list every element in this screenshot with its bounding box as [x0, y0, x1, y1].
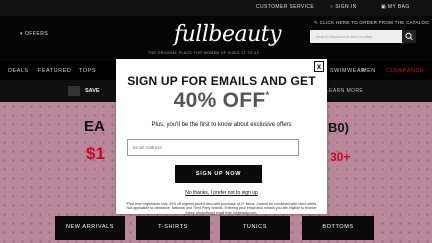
- utility-bar: CUSTOMER SERVICE ○ SIGN IN ▣ MY BAG: [0, 0, 432, 16]
- hero-headline-end: B0): [328, 120, 349, 135]
- category-bottoms[interactable]: BOTTOMS: [302, 216, 374, 240]
- nav-item-deals[interactable]: DEALS: [8, 68, 29, 74]
- modal-offer: 40% OFF*: [116, 89, 327, 113]
- hero-price-start: $1: [86, 144, 105, 163]
- nav-item-featured[interactable]: FEATURED: [38, 68, 71, 74]
- modal-offer-text: 40% OFF: [173, 89, 266, 112]
- search-input[interactable]: Search keyword or item number: [310, 30, 416, 43]
- hero-headline-start: EA: [84, 118, 105, 135]
- user-icon: ○: [330, 4, 334, 10]
- close-icon[interactable]: x: [314, 61, 324, 72]
- search-placeholder: Search keyword or item number: [316, 34, 373, 39]
- modal-title: SIGN UP FOR EMAILS AND GET: [127, 74, 316, 88]
- search-icon: [405, 32, 413, 41]
- offers-toggle[interactable]: ▾ OFFERS: [20, 31, 48, 37]
- tagline: THE ORIGINAL PLACE FOR WOMEN OF SIZES 12…: [148, 51, 259, 55]
- email-field[interactable]: [127, 139, 299, 156]
- nav-item-clearance[interactable]: CLEARANCE: [386, 68, 424, 74]
- nav-item-tops[interactable]: TOPS: [79, 68, 96, 74]
- category-new-arrivals[interactable]: NEW ARRIVALS: [55, 216, 125, 240]
- nav-item-swimwear[interactable]: SWIMWEAR: [330, 68, 365, 74]
- customer-service-link[interactable]: CUSTOMER SERVICE: [256, 4, 314, 10]
- site-logo[interactable]: fullbeauty: [174, 22, 282, 47]
- email-signup-modal: x SIGN UP FOR EMAILS AND GET 40% OFF* Pl…: [116, 59, 327, 215]
- catalog-icon: ✎: [314, 20, 319, 25]
- category-t-shirts[interactable]: T-SHIRTS: [136, 216, 210, 240]
- catalog-link[interactable]: ✎ CLICK HERE TO ORDER FROM THE CATALOG: [314, 20, 429, 26]
- email-input[interactable]: [128, 140, 298, 155]
- sign-in-link[interactable]: ○ SIGN IN: [330, 4, 357, 10]
- sign-in-label: SIGN IN: [335, 4, 357, 10]
- catalog-label: CLICK HERE TO ORDER FROM THE CATALOG: [319, 20, 430, 25]
- modal-offer-mark: *: [265, 90, 270, 100]
- promo-save-text: SAVE: [85, 88, 100, 94]
- my-bag-link[interactable]: ▣ MY BAG: [381, 4, 410, 10]
- offers-label: OFFERS: [24, 31, 49, 37]
- nav-item-men[interactable]: MEN: [362, 68, 376, 74]
- hero-price-end: 30+: [330, 150, 351, 164]
- chevron-down-icon: ▾: [20, 31, 24, 37]
- learn-more-link[interactable]: LEARN MORE: [326, 88, 363, 94]
- promo-badge: [68, 86, 80, 96]
- search-button[interactable]: [402, 30, 416, 43]
- sign-up-button[interactable]: SIGN UP NOW: [175, 165, 262, 183]
- no-thanks-link[interactable]: No thanks, I prefer not to sign up: [116, 190, 327, 196]
- fine-print: *First time registrants only. 40% off hi…: [125, 202, 318, 215]
- my-bag-label: MY BAG: [387, 4, 410, 10]
- category-tunics[interactable]: TUNICS: [220, 216, 290, 240]
- modal-subtitle: Plus, you'll be the first to know about …: [151, 122, 292, 128]
- bag-icon: ▣: [381, 4, 387, 10]
- site-header: ▾ OFFERS fullbeauty THE ORIGINAL PLACE F…: [0, 16, 432, 62]
